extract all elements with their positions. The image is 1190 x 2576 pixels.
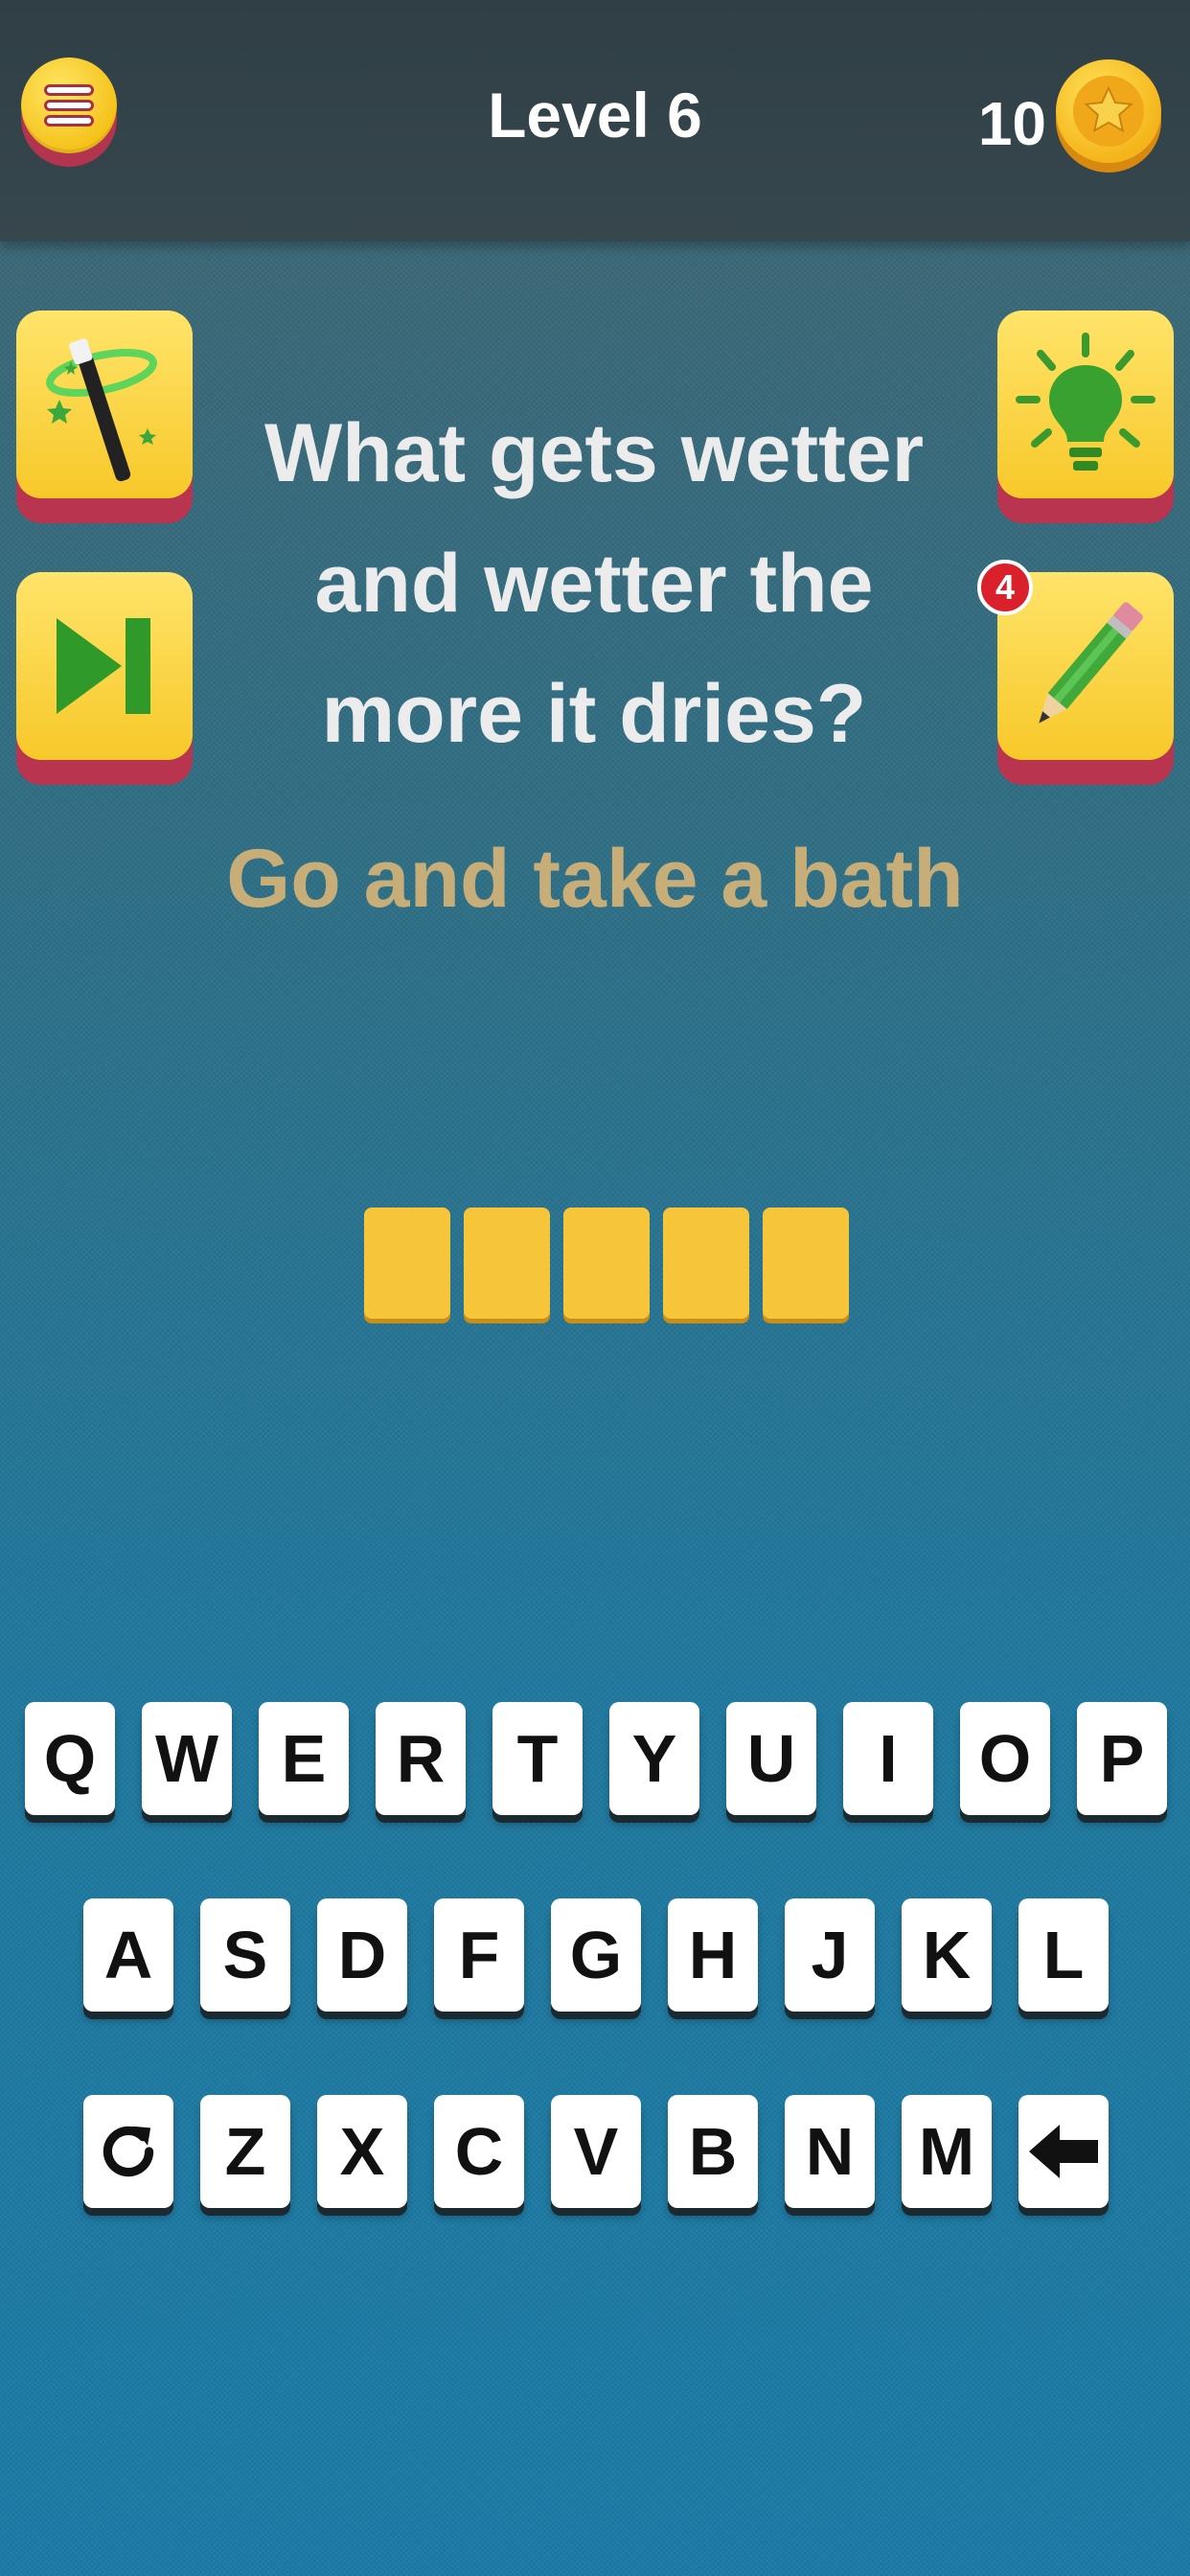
- key-f[interactable]: F: [434, 1898, 524, 2012]
- key-p[interactable]: P: [1077, 1702, 1167, 1815]
- key-n[interactable]: N: [785, 2095, 875, 2208]
- lightbulb-icon: [1016, 333, 1156, 471]
- key-z[interactable]: Z: [200, 2095, 290, 2208]
- key-i[interactable]: I: [843, 1702, 933, 1815]
- key-e[interactable]: E: [259, 1702, 349, 1815]
- backspace-arrow-icon: [1029, 2125, 1098, 2178]
- hint-button[interactable]: [997, 310, 1174, 523]
- refresh-icon: [103, 2126, 154, 2177]
- key-o[interactable]: O: [960, 1702, 1050, 1815]
- magic-wand-icon: [46, 338, 157, 482]
- key-q[interactable]: Q: [25, 1702, 115, 1815]
- key-u[interactable]: U: [726, 1702, 816, 1815]
- key-k[interactable]: K: [902, 1898, 992, 2012]
- key-d[interactable]: D: [317, 1898, 407, 2012]
- key-m[interactable]: M: [902, 2095, 992, 2208]
- key-t[interactable]: T: [492, 1702, 583, 1815]
- key-j[interactable]: J: [785, 1898, 875, 2012]
- key-x[interactable]: X: [317, 2095, 407, 2208]
- key-a[interactable]: A: [83, 1898, 173, 2012]
- pencil-icon: [1039, 602, 1143, 724]
- skip-level-button[interactable]: [16, 572, 193, 785]
- keyboard-row-3: Z X C V B N M: [83, 2095, 1109, 2208]
- keyboard-row-1: Q W E R T Y U I O P: [25, 1702, 1167, 1815]
- key-s[interactable]: S: [200, 1898, 290, 2012]
- key-h[interactable]: H: [668, 1898, 758, 2012]
- question-text: What gets wetter and wetter the more it …: [263, 407, 925, 760]
- answer-slot[interactable]: [663, 1208, 749, 1319]
- answer-slots: [364, 1208, 849, 1319]
- key-c[interactable]: C: [434, 2095, 524, 2208]
- coin-icon[interactable]: [1056, 59, 1161, 172]
- pencil-count-badge: 4: [977, 560, 1033, 615]
- magic-wand-button[interactable]: [16, 310, 193, 523]
- top-bar: Level 6 10: [0, 0, 1190, 242]
- key-g[interactable]: G: [551, 1898, 641, 2012]
- coin-count: 10: [977, 89, 1046, 158]
- key-b[interactable]: B: [668, 2095, 758, 2208]
- reset-key[interactable]: [83, 2095, 173, 2208]
- keyboard-row-2: A S D F G H J K L: [83, 1898, 1109, 2012]
- key-l[interactable]: L: [1018, 1898, 1109, 2012]
- key-w[interactable]: W: [142, 1702, 232, 1815]
- answer-slot[interactable]: [464, 1208, 550, 1319]
- backspace-key[interactable]: [1018, 2095, 1109, 2208]
- answer-slot[interactable]: [763, 1208, 849, 1319]
- key-v[interactable]: V: [551, 2095, 641, 2208]
- skip-forward-icon: [57, 618, 150, 714]
- answer-slot[interactable]: [563, 1208, 650, 1319]
- key-r[interactable]: R: [376, 1702, 466, 1815]
- key-y[interactable]: Y: [609, 1702, 699, 1815]
- hint-text: Go and take a bath: [226, 833, 964, 925]
- answer-slot[interactable]: [364, 1208, 450, 1319]
